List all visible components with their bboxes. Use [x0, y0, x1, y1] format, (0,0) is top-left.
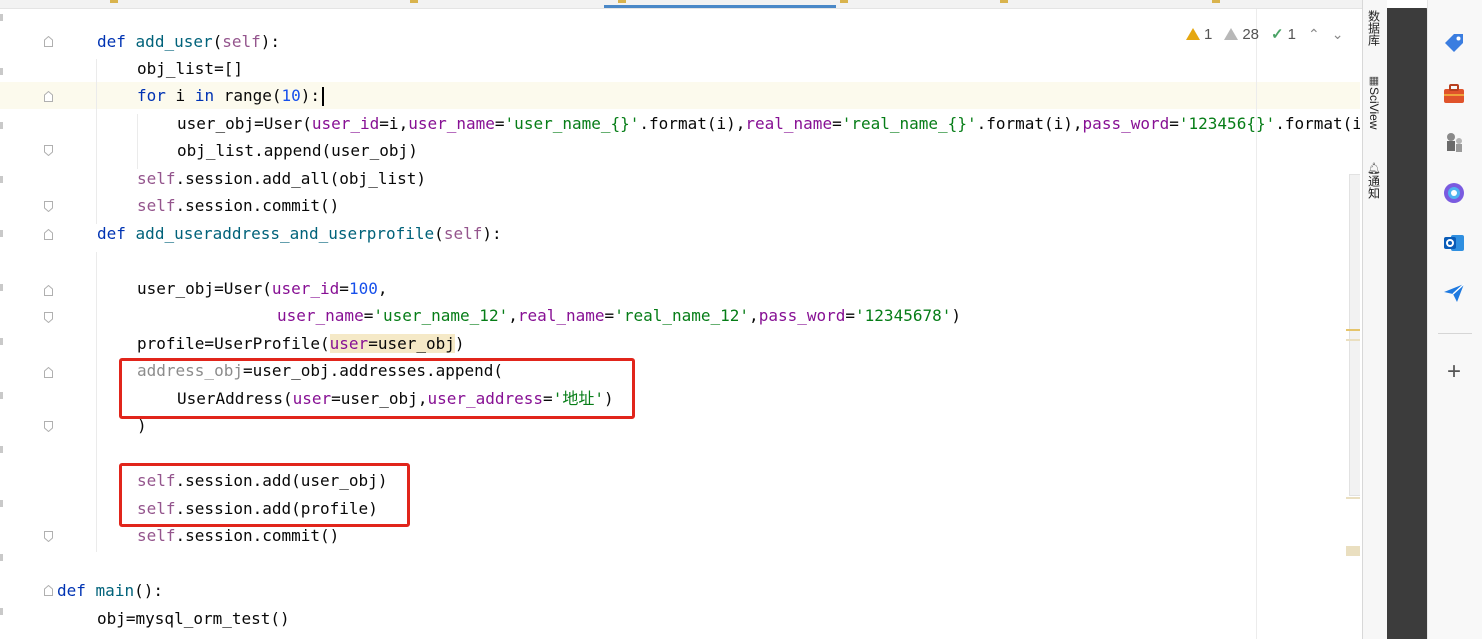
- fold-end-icon[interactable]: [44, 201, 53, 212]
- code-editor[interactable]: def add_user(self): obj_list=[] for i in…: [0, 9, 1360, 639]
- error-stripe-mark[interactable]: [1346, 329, 1360, 331]
- code-line: def main():: [57, 581, 163, 600]
- indent-guide: [96, 252, 97, 552]
- chevron-up-icon[interactable]: ⌃: [1308, 26, 1320, 43]
- grid-icon: ▦: [1368, 75, 1380, 87]
- text-caret: [322, 87, 325, 106]
- code-line: obj_list.append(user_obj): [177, 141, 418, 160]
- fold-end-icon[interactable]: [44, 421, 53, 432]
- editor-tab-strip: [0, 0, 1362, 9]
- highlight-box: [119, 358, 635, 419]
- weak-warning-icon: [1224, 28, 1239, 40]
- chevron-down-icon[interactable]: ⌄: [1332, 26, 1344, 43]
- fold-collapse-icon[interactable]: [44, 367, 53, 378]
- code-line: user_obj=User(user_id=100,: [137, 279, 388, 298]
- weak-warnings-indicator[interactable]: 28: [1224, 26, 1259, 43]
- typos-indicator[interactable]: ✓ 1: [1271, 25, 1296, 44]
- code-line: profile=UserProfile(user=user_obj): [137, 334, 465, 353]
- sidebar-divider: [1438, 333, 1472, 334]
- fold-end-icon[interactable]: [44, 312, 53, 323]
- code-line: self.session.add_all(obj_list): [137, 169, 426, 188]
- warnings-indicator[interactable]: 1: [1186, 26, 1212, 43]
- copilot-icon[interactable]: [1442, 181, 1466, 205]
- bell-icon: 🔔︎: [1367, 163, 1381, 175]
- code-line: user_obj=User(user_id=i,user_name='user_…: [177, 114, 1360, 133]
- outlook-icon[interactable]: [1442, 231, 1466, 255]
- code-line: obj_list=[]: [137, 59, 243, 78]
- fold-collapse-icon[interactable]: [44, 36, 53, 47]
- code-line: self.session.commit(): [137, 196, 340, 215]
- editor-tab-active[interactable]: [604, 0, 836, 8]
- error-stripe-mark[interactable]: [1346, 546, 1360, 556]
- database-tool-tab[interactable]: 数据库: [1362, 10, 1386, 56]
- fold-end-icon[interactable]: [44, 531, 53, 542]
- right-margin-guide: [1256, 9, 1257, 639]
- inspection-widget[interactable]: 1 28 ✓ 1 ⌃ ⌄: [1186, 23, 1343, 45]
- code-line-current: for i in range(10):: [137, 82, 325, 109]
- add-icon[interactable]: +: [1442, 358, 1466, 386]
- notifications-tool-tab[interactable]: 🔔︎ 通知: [1362, 162, 1386, 214]
- code-line: obj=mysql_orm_test(): [97, 609, 290, 628]
- tag-icon[interactable]: [1442, 31, 1466, 55]
- vertical-scrollbar[interactable]: [1349, 174, 1360, 496]
- indent-guide: [96, 59, 97, 224]
- send-icon[interactable]: [1442, 281, 1466, 305]
- fold-collapse-icon[interactable]: [44, 91, 53, 102]
- error-stripe-mark[interactable]: [1346, 339, 1360, 341]
- chess-icon[interactable]: [1442, 131, 1466, 155]
- background-window: [1387, 0, 1427, 639]
- code-line: def add_user(self):: [97, 32, 281, 51]
- sciview-tool-tab[interactable]: ▦ SciView: [1362, 74, 1386, 144]
- window-gap: [1387, 0, 1427, 8]
- toolbox-icon[interactable]: [1442, 82, 1466, 106]
- fold-end-icon[interactable]: [44, 145, 53, 156]
- typo-check-icon: ✓: [1271, 26, 1284, 43]
- indent-guide: [137, 114, 138, 169]
- error-stripe-mark[interactable]: [1346, 497, 1360, 499]
- fold-collapse-icon[interactable]: [44, 585, 53, 596]
- warning-icon: [1186, 28, 1200, 40]
- code-line: user_name='user_name_12',real_name='real…: [277, 306, 961, 325]
- fold-collapse-icon[interactable]: [44, 229, 53, 240]
- fold-collapse-icon[interactable]: [44, 285, 53, 296]
- highlight-box: [119, 463, 410, 527]
- code-line: def add_useraddress_and_userprofile(self…: [97, 224, 502, 243]
